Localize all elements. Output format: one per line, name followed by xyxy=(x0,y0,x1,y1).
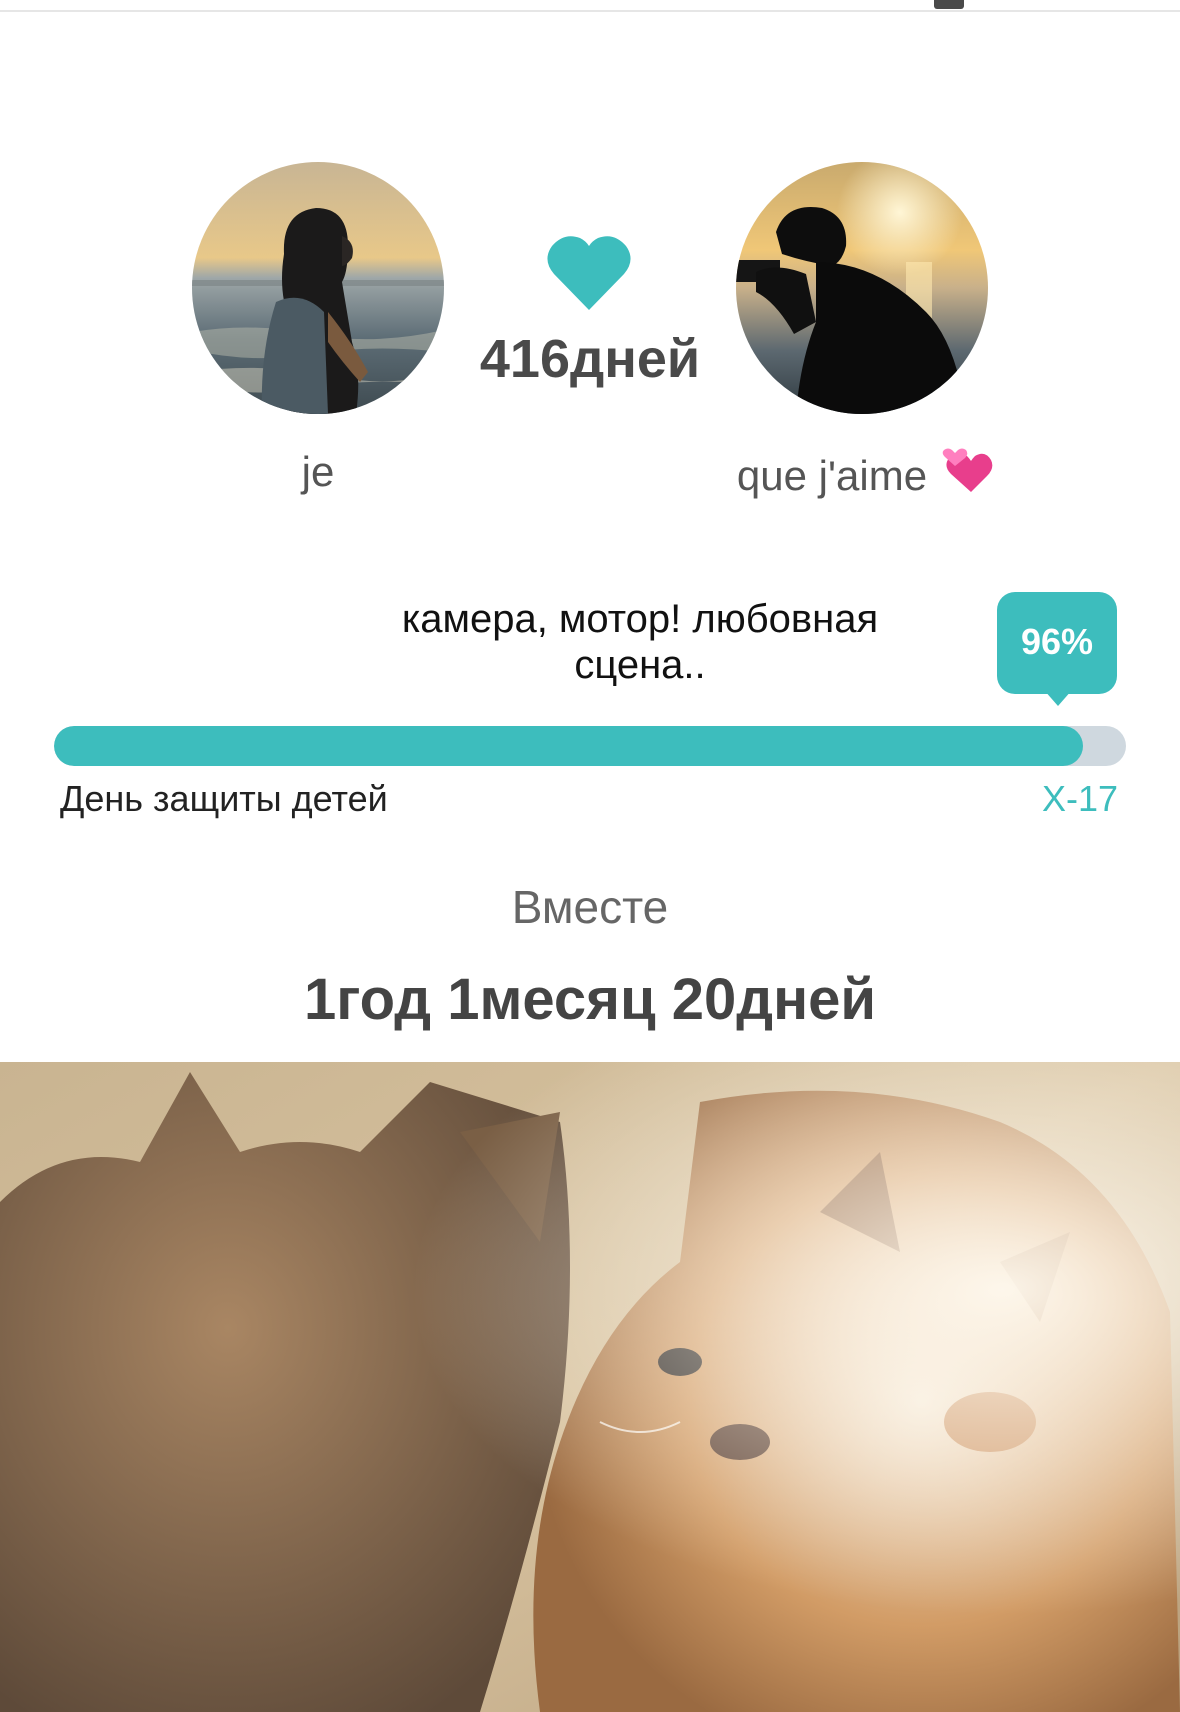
together-label: Вместе xyxy=(511,881,669,933)
progress-fill xyxy=(54,726,1084,766)
partner-avatar[interactable] xyxy=(736,162,988,414)
milestone-title: камера, мотор! любовная сцена.. xyxy=(401,597,879,687)
milestone-progress-bar xyxy=(54,726,1126,766)
silhouette-girl-image xyxy=(192,162,444,414)
days-together-counter: 416дней xyxy=(479,329,701,389)
progress-percent-bubble: 96% xyxy=(997,592,1117,694)
partner-name-row: que j'aime xyxy=(700,448,1030,504)
milestone-event-name: День защиты детей xyxy=(60,778,388,819)
milestone-d-day: Х-17 xyxy=(1041,778,1118,819)
my-name: je xyxy=(301,448,335,495)
silhouette-photographer-image xyxy=(736,162,988,414)
status-indicator xyxy=(934,0,964,9)
bubble-pointer xyxy=(1044,690,1072,706)
top-divider xyxy=(0,0,1180,12)
my-avatar[interactable] xyxy=(192,162,444,414)
together-duration: 1год 1месяц 20дней xyxy=(303,967,877,1032)
cover-photo[interactable] xyxy=(0,1062,1180,1712)
two-cats-image xyxy=(0,1062,1180,1712)
heart-icon xyxy=(547,236,631,310)
two-hearts-emoji-icon xyxy=(941,448,993,504)
partner-name: que j'aime xyxy=(736,452,928,499)
